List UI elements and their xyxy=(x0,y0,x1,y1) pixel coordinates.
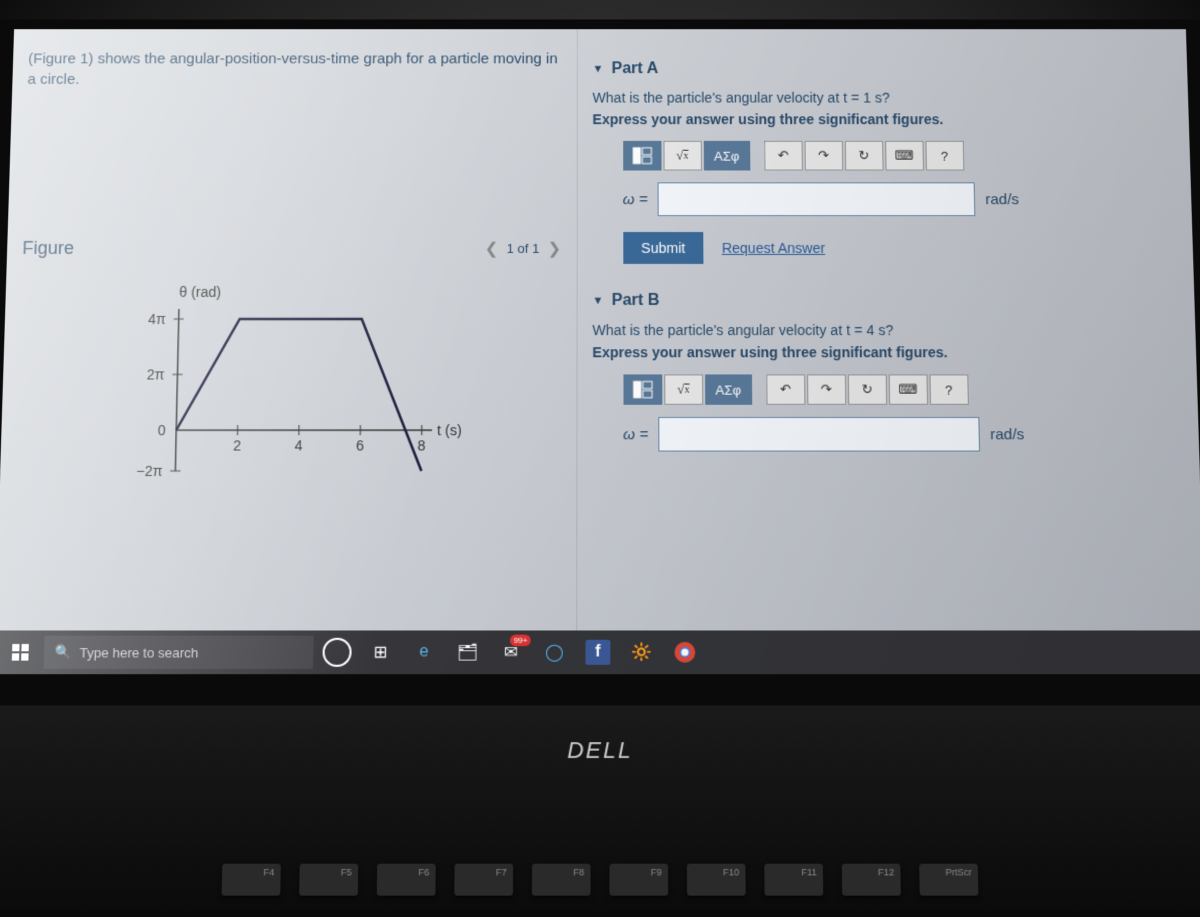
x-axis-label: t (s) xyxy=(437,422,462,438)
answer-toolbar-b: √x ΑΣφ ↶ ↷ ↻ ⌨ ? xyxy=(623,374,1182,404)
fn-key: PrtScr xyxy=(919,864,978,896)
edge-icon[interactable]: e xyxy=(404,633,444,673)
keyboard-icon[interactable]: ⌨ xyxy=(885,141,924,171)
greek-button[interactable]: ΑΣφ xyxy=(703,141,750,171)
sqrt-icon[interactable]: √x xyxy=(663,141,701,171)
intro-text: (Figure 1) shows the angular-position-ve… xyxy=(27,49,561,90)
answer-toolbar-a: √x ΑΣφ ↶ ↷ ↻ ⌨ ? xyxy=(623,141,1175,171)
help-icon[interactable]: ? xyxy=(929,374,968,404)
search-icon: 🔍 xyxy=(54,644,71,661)
fn-key: F9 xyxy=(609,864,668,896)
variable-label-b: ω = xyxy=(623,426,648,443)
figure-title: Figure xyxy=(22,238,74,259)
svg-text:4: 4 xyxy=(295,437,303,453)
fn-key: F11 xyxy=(764,864,823,896)
request-answer-link[interactable]: Request Answer xyxy=(722,240,825,256)
reset-icon[interactable]: ↻ xyxy=(847,374,886,404)
figure-nav-label: 1 of 1 xyxy=(506,241,539,256)
app-icon[interactable]: 🔆 xyxy=(622,633,661,673)
figure-nav[interactable]: ❮ 1 of 1 ❯ xyxy=(485,238,561,258)
function-key-row: F4 F5 F6 F7 F8 F9 F10 F11 F12 PrtScr xyxy=(222,864,979,896)
fn-key: F7 xyxy=(454,864,513,896)
fn-key: F5 xyxy=(299,864,358,896)
angular-position-graph: θ (rad) 4π 2π 0 −2π 2 4 6 8 t (s) xyxy=(56,279,521,502)
file-explorer-icon[interactable]: 🗂 xyxy=(448,633,488,673)
part-b-label: Part B xyxy=(612,292,660,310)
unit-label-a: rad/s xyxy=(985,191,1019,208)
svg-text:−2π: −2π xyxy=(136,463,163,479)
help-icon[interactable]: ? xyxy=(925,141,964,171)
answer-input-a[interactable] xyxy=(658,182,976,216)
cortana-ring-icon[interactable]: ◯ xyxy=(535,633,574,673)
chrome-icon[interactable] xyxy=(665,633,705,673)
template-icon[interactable] xyxy=(623,374,662,404)
fn-key: F6 xyxy=(377,864,436,896)
part-a-instruction: Express your answer using three signific… xyxy=(593,111,1174,127)
svg-text:4π: 4π xyxy=(148,311,166,327)
sqrt-icon[interactable]: √x xyxy=(664,374,703,404)
fn-key: F4 xyxy=(222,864,281,896)
windows-taskbar[interactable]: 🔍 Type here to search ⊞ e 🗂 ✉ ◯ f 🔆 xyxy=(0,630,1200,674)
variable-label-a: ω = xyxy=(623,191,648,208)
fn-key: F12 xyxy=(842,864,901,896)
unit-label-b: rad/s xyxy=(990,426,1025,443)
task-view-icon[interactable]: ⊞ xyxy=(361,633,401,673)
search-placeholder: Type here to search xyxy=(79,645,198,661)
taskbar-search[interactable]: 🔍 Type here to search xyxy=(44,636,314,669)
undo-icon[interactable]: ↶ xyxy=(764,141,803,171)
keyboard-icon[interactable]: ⌨ xyxy=(888,374,927,404)
part-a-label: Part A xyxy=(612,60,659,78)
mail-icon[interactable]: ✉ xyxy=(491,633,531,673)
part-b-instruction: Express your answer using three signific… xyxy=(592,344,1181,360)
svg-text:6: 6 xyxy=(356,437,364,453)
dell-logo: DELL xyxy=(567,737,633,764)
fn-key: F8 xyxy=(532,864,591,896)
chevron-right-icon[interactable]: ❯ xyxy=(547,238,561,258)
svg-text:2π: 2π xyxy=(147,366,166,382)
fn-key: F10 xyxy=(687,864,746,896)
part-a-header[interactable]: ▼ Part A xyxy=(593,60,1173,78)
y-axis-label: θ (rad) xyxy=(179,284,221,300)
submit-button[interactable]: Submit xyxy=(623,232,704,264)
redo-icon[interactable]: ↷ xyxy=(807,374,846,404)
chevron-down-icon: ▼ xyxy=(592,295,603,307)
part-b-header[interactable]: ▼ Part B xyxy=(592,292,1179,310)
reset-icon[interactable]: ↻ xyxy=(844,141,883,171)
cortana-icon[interactable] xyxy=(317,633,357,673)
svg-text:0: 0 xyxy=(158,422,167,438)
start-button[interactable] xyxy=(0,633,41,673)
answer-input-b[interactable] xyxy=(658,417,980,452)
part-a-question: What is the particle's angular velocity … xyxy=(593,90,1174,106)
facebook-icon[interactable]: f xyxy=(578,633,617,673)
template-icon[interactable] xyxy=(623,141,661,171)
undo-icon[interactable]: ↶ xyxy=(766,374,805,404)
redo-icon[interactable]: ↷ xyxy=(804,141,843,171)
chevron-down-icon: ▼ xyxy=(593,63,604,75)
svg-text:8: 8 xyxy=(417,437,425,453)
svg-text:2: 2 xyxy=(233,437,242,453)
greek-button[interactable]: ΑΣφ xyxy=(705,374,752,404)
chevron-left-icon[interactable]: ❮ xyxy=(485,238,499,258)
part-b-question: What is the particle's angular velocity … xyxy=(592,322,1180,338)
